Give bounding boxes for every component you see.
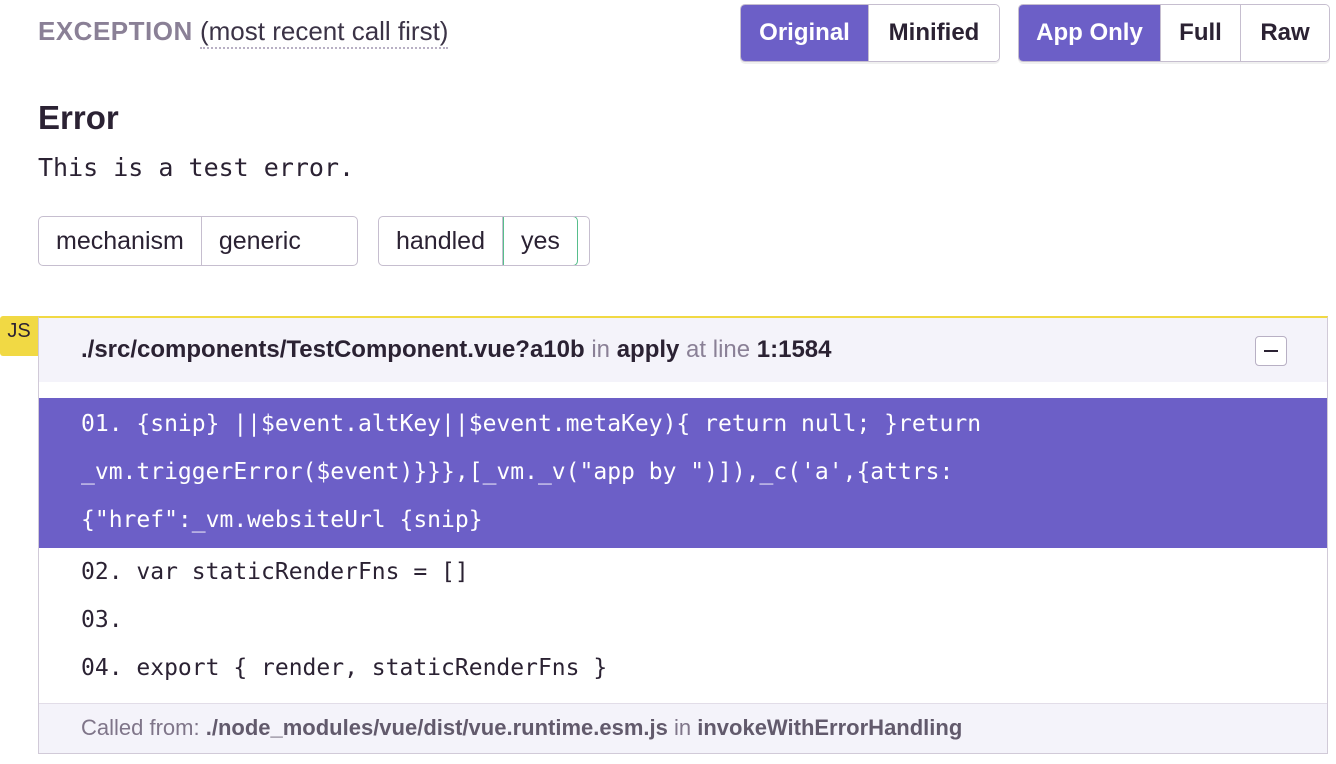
mechanism-tag[interactable]: mechanism generic: [38, 216, 358, 266]
minus-icon: [1264, 350, 1278, 352]
code-line: 04. export { render, staticRenderFns }: [81, 655, 608, 681]
stack-view-toggle: App Only Full Raw: [1018, 4, 1330, 62]
code-line: 02. var staticRenderFns = []: [81, 559, 469, 585]
code-line: 03.: [81, 607, 123, 633]
at-line-label: at line: [686, 336, 751, 363]
frame-header[interactable]: ./src/components/TestComponent.vue?a10b …: [39, 318, 1327, 382]
tag-key: mechanism: [39, 217, 202, 265]
frame-function: apply: [616, 336, 680, 363]
original-button[interactable]: Original: [741, 5, 868, 61]
frame-filename: ./src/components/TestComponent.vue?a10b: [81, 336, 585, 363]
called-from-in-label: in: [673, 715, 692, 740]
code-line: _vm.triggerError($event)}}},[_vm._v("app…: [81, 459, 954, 485]
exception-header: EXCEPTION (most recent call first): [38, 16, 449, 49]
collapse-frame-button[interactable]: [1255, 336, 1287, 366]
exception-title: EXCEPTION: [38, 16, 193, 46]
raw-button[interactable]: Raw: [1240, 5, 1329, 61]
called-from-footer: Called from: ./node_modules/vue/dist/vue…: [39, 703, 1327, 753]
source-map-toggle: Original Minified: [740, 4, 1000, 62]
exception-order-hint[interactable]: (most recent call first): [199, 16, 449, 49]
tag-value: yes: [502, 217, 578, 265]
error-message: This is a test error.: [38, 153, 355, 182]
frame-line-number: 1:1584: [756, 336, 832, 363]
called-from-function: invokeWithErrorHandling: [697, 715, 963, 740]
platform-badge: JS: [0, 316, 38, 356]
stack-frame: ./src/components/TestComponent.vue?a10b …: [38, 316, 1328, 754]
highlighted-code-line: 01. {snip} ||$event.altKey||$event.metaK…: [39, 398, 1327, 548]
handled-tag[interactable]: handled yes: [378, 216, 590, 266]
tag-value: generic: [218, 226, 301, 255]
app-only-button[interactable]: App Only: [1019, 5, 1160, 61]
code-line: 01. {snip} ||$event.altKey||$event.metaK…: [81, 411, 982, 437]
code-context: 01. {snip} ||$event.altKey||$event.metaK…: [39, 398, 1327, 692]
code-line: {"href":_vm.websiteUrl {snip}: [81, 507, 483, 533]
called-from-file: ./node_modules/vue/dist/vue.runtime.esm.…: [205, 715, 668, 740]
minified-button[interactable]: Minified: [868, 5, 999, 61]
in-label: in: [591, 336, 611, 363]
tag-key: handled: [379, 217, 503, 265]
called-from-label: Called from:: [81, 715, 200, 740]
full-button[interactable]: Full: [1160, 5, 1240, 61]
error-type: Error: [38, 99, 119, 136]
